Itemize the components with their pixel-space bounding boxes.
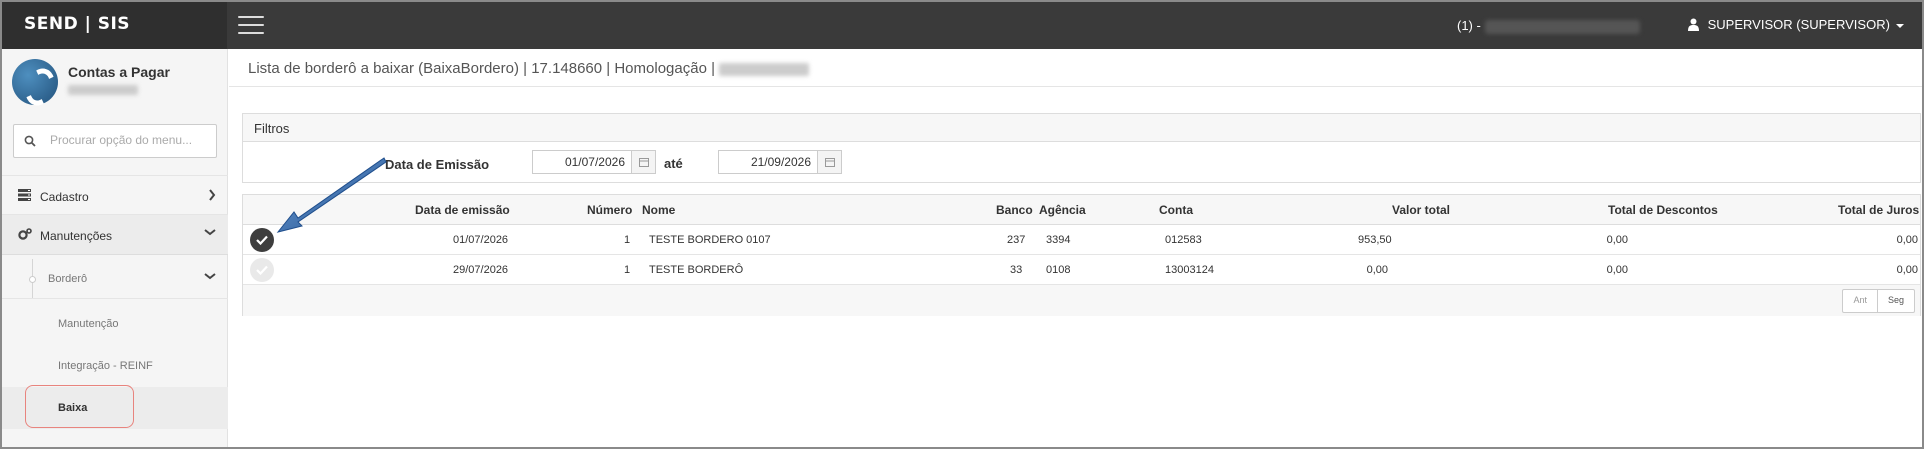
calendar-icon [639, 158, 649, 167]
cell-valor-total: 953,50 [1358, 234, 1392, 246]
module-title: Contas a Pagar [68, 64, 170, 80]
cell-agencia: 0108 [1046, 264, 1071, 276]
page-title-redacted [718, 62, 809, 76]
pagination-prev-button[interactable]: Ant [1843, 290, 1877, 312]
column-header-agencia[interactable]: Agência [1039, 203, 1086, 217]
page-header: Lista de borderô a baixar (BaixaBordero)… [229, 49, 1922, 87]
date-range-separator: até [664, 156, 683, 171]
date-filter-label: Data de Emissão [385, 157, 490, 172]
chevron-down-icon [204, 229, 216, 236]
menu-toggle-icon[interactable] [238, 16, 264, 36]
user-menu[interactable]: SUPERVISOR (SUPERVISOR) [1688, 17, 1904, 32]
cell-nome: TESTE BORDERÔ [649, 264, 744, 276]
row-select-checkbox[interactable] [250, 258, 274, 282]
chevron-down-icon [204, 273, 216, 280]
cell-nome: TESTE BORDERO 0107 [649, 234, 771, 246]
server-icon [18, 189, 31, 201]
cell-conta: 012583 [1165, 234, 1202, 246]
cell-numero: 1 [624, 264, 631, 276]
sidebar-subitem-label: Integração - REINF [58, 360, 153, 372]
column-header-valor-total[interactable]: Valor total [1392, 203, 1450, 217]
search-icon [24, 135, 36, 147]
page-title-text: Lista de borderô a baixar (BaixaBordero)… [248, 60, 715, 77]
cell-total-descontos: 0,00 [1606, 234, 1628, 246]
cell-banco: 33 [1010, 264, 1023, 276]
environment-name-redacted [1484, 19, 1640, 34]
company-logo-icon [12, 59, 58, 105]
table-row[interactable]: 29/07/2026 1 TESTE BORDERÔ 33 0108 13003… [243, 255, 1920, 285]
user-icon [1688, 18, 1699, 31]
sidebar-subitem-integracao-reinf[interactable]: Integração - REINF [2, 345, 228, 387]
cell-total-juros: 0,00 [1896, 234, 1918, 246]
column-header-nome[interactable]: Nome [642, 203, 675, 217]
pagination: Ant Seg [1842, 289, 1915, 313]
date-from-calendar-button[interactable] [631, 151, 655, 173]
cell-banco: 237 [1007, 234, 1026, 246]
date-from-field[interactable] [532, 150, 656, 174]
environment-indicator: (1) - [1457, 18, 1640, 34]
cell-data-emissao: 01/07/2026 [453, 234, 509, 246]
filter-panel-header: Filtros [243, 114, 1920, 142]
environment-prefix: (1) - [1457, 18, 1481, 33]
filter-panel-title: Filtros [254, 121, 290, 136]
column-header-numero[interactable]: Número [587, 203, 632, 217]
top-bar: SEND | SIS (1) - SUPERVISOR (SUPERVISOR) [2, 2, 1922, 49]
sidebar-subitem-manutencao[interactable]: Manutenção [2, 303, 228, 345]
gears-icon [18, 228, 32, 240]
sidebar-group-label: Borderô [48, 273, 88, 285]
table-row[interactable]: 01/07/2026 1 TESTE BORDERO 0107 237 3394… [243, 225, 1920, 255]
date-from-input[interactable] [533, 151, 631, 173]
module-logo [12, 59, 58, 105]
cell-valor-total: 0,00 [1366, 264, 1388, 276]
chevron-down-icon [1895, 23, 1904, 28]
highlight-annotation [25, 385, 134, 428]
sidebar-subitem-label: Manutenção [58, 318, 119, 330]
page-title: Lista de borderô a baixar (BaixaBordero)… [248, 60, 809, 77]
main-content: Lista de borderô a baixar (BaixaBordero)… [229, 49, 1922, 447]
column-header-banco[interactable]: Banco [996, 203, 1033, 217]
chevron-right-icon [209, 189, 216, 201]
sidebar-item-cadastro[interactable]: Cadastro [2, 175, 228, 215]
row-select-checkbox[interactable] [250, 228, 274, 252]
calendar-icon [825, 158, 835, 167]
menu-search-input[interactable] [50, 133, 210, 147]
cell-data-emissao: 29/07/2026 [453, 264, 509, 276]
module-subtitle-redacted [68, 85, 138, 95]
cell-numero: 1 [624, 234, 631, 246]
table-footer: Ant Seg [243, 285, 1920, 316]
date-to-calendar-button[interactable] [817, 151, 841, 173]
menu-search[interactable] [13, 124, 217, 158]
brand-logo[interactable]: SEND | SIS [2, 2, 227, 49]
tree-node-dot [29, 276, 36, 283]
date-to-field[interactable] [718, 150, 842, 174]
check-icon [256, 235, 268, 245]
cell-total-juros: 0,00 [1896, 264, 1918, 276]
column-header-total-descontos[interactable]: Total de Descontos [1608, 203, 1718, 217]
cell-agencia: 3394 [1046, 234, 1071, 246]
column-header-data-emissao[interactable]: Data de emissão [415, 203, 510, 217]
app-window: SEND | SIS (1) - SUPERVISOR (SUPERVISOR)… [0, 0, 1924, 449]
sidebar: Contas a Pagar Cadastro Manutenções Bord… [2, 49, 228, 447]
column-header-conta[interactable]: Conta [1159, 203, 1193, 217]
cell-total-descontos: 0,00 [1606, 264, 1628, 276]
user-name: SUPERVISOR (SUPERVISOR) [1707, 17, 1890, 32]
table-header: Data de emissão Número Nome Banco Agênci… [243, 195, 1920, 225]
filter-panel: Filtros Data de Emissão até [242, 113, 1921, 183]
sidebar-item-manutencoes[interactable]: Manutenções [2, 215, 228, 255]
sidebar-item-label: Manutenções [40, 229, 113, 243]
cell-conta: 13003124 [1165, 264, 1214, 276]
check-icon [256, 265, 268, 275]
bordero-table: Data de emissão Número Nome Banco Agênci… [242, 194, 1921, 316]
pagination-next-button[interactable]: Seg [1876, 290, 1914, 312]
sidebar-item-label: Cadastro [40, 190, 89, 204]
column-header-total-juros[interactable]: Total de Juros [1838, 203, 1919, 217]
date-to-input[interactable] [719, 151, 817, 173]
